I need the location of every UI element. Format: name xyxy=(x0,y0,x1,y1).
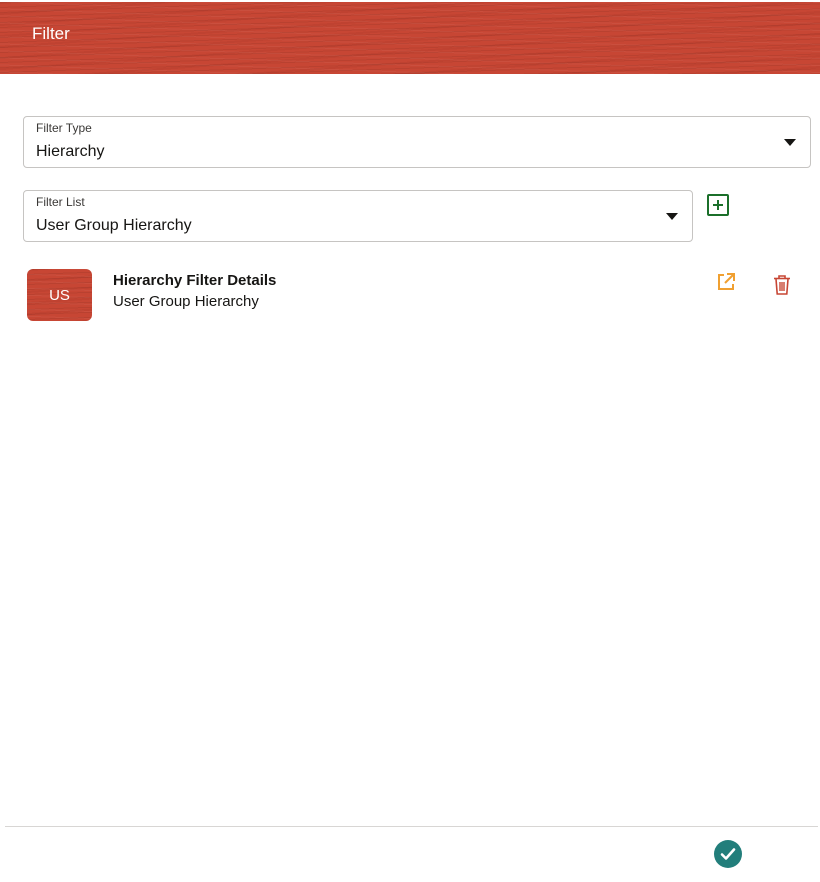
open-external-icon[interactable] xyxy=(716,272,736,292)
filter-list-value: User Group Hierarchy xyxy=(36,217,192,234)
caret-down-icon xyxy=(666,213,678,220)
filter-type-value: Hierarchy xyxy=(36,143,105,160)
filter-list-label: Filter List xyxy=(36,195,85,209)
confirm-button[interactable] xyxy=(714,840,742,868)
checkmark-icon xyxy=(720,848,736,860)
footer-divider xyxy=(5,826,818,827)
filter-type-select[interactable]: Filter Type Hierarchy xyxy=(23,116,811,168)
filter-list-select[interactable]: Filter List User Group Hierarchy xyxy=(23,190,693,242)
trash-icon[interactable] xyxy=(772,274,792,296)
caret-down-icon xyxy=(784,139,796,146)
avatar-initials: US xyxy=(49,286,70,304)
dialog-title: Filter xyxy=(32,24,70,43)
filter-item-subtitle: User Group Hierarchy xyxy=(113,293,259,310)
dialog-header: Filter xyxy=(0,2,820,74)
filter-type-label: Filter Type xyxy=(36,121,92,135)
add-filter-icon[interactable] xyxy=(707,194,729,216)
filter-item-title: Hierarchy Filter Details xyxy=(113,272,277,289)
avatar: US xyxy=(27,269,92,321)
